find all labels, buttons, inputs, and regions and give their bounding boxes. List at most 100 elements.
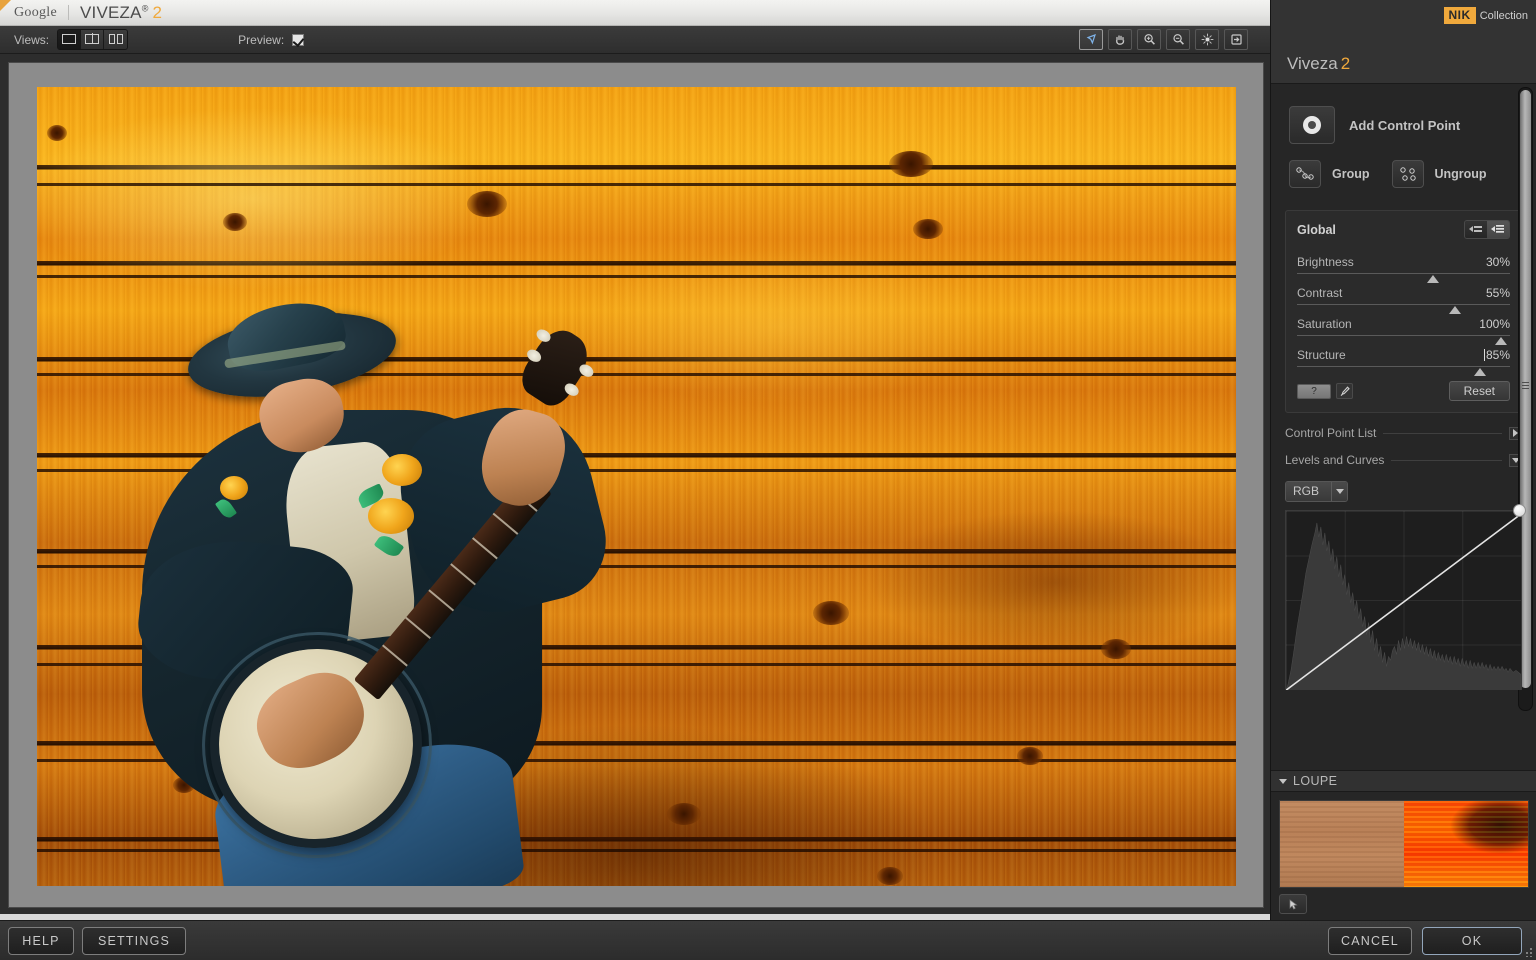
panel-header: NIK Collection Viveza 2 [1271,0,1536,84]
loupe-pin-button[interactable] [1279,894,1307,914]
views-label: Views: [14,32,50,47]
plank-seam [37,275,1236,278]
banjo-fret [492,512,519,535]
saturation-thumb[interactable] [1495,337,1508,345]
banjo-fret [405,616,431,640]
wood-knot [47,125,67,141]
panel-title-version: 2 [1340,54,1351,73]
settings-button[interactable]: SETTINGS [82,926,186,955]
saturation-value[interactable]: 100% [1479,317,1510,331]
saturation-track[interactable] [1297,335,1510,345]
group-control[interactable]: Group [1289,160,1370,188]
text-edit-caret [1483,349,1485,361]
ungroup-button[interactable] [1391,160,1424,188]
embroidered-rose [368,498,414,534]
levels-and-curves-section[interactable]: Levels and Curves [1285,453,1522,467]
brightness-thumb[interactable] [1427,275,1440,283]
ungroup-label: Ungroup [1434,167,1487,181]
global-panel-footer: ? Reset [1297,381,1510,401]
banjo-fret [472,537,498,560]
compact-list-toggle[interactable] [1465,221,1487,238]
contrast-value[interactable]: 55% [1486,286,1510,300]
loupe-before-half [1280,801,1404,887]
global-adjustments-panel: Global Brightness 30% Contrast 55% Satur… [1285,210,1522,413]
compact-list-icon [1469,226,1482,232]
brightness-tool-button[interactable] [1195,29,1219,50]
single-view-button[interactable] [58,30,82,49]
contrast-thumb[interactable] [1448,306,1461,314]
wood-knot [1101,639,1131,659]
main-toolbar: Views: Preview: [0,26,1270,54]
structure-track[interactable] [1297,366,1510,376]
chevron-down-icon [1335,489,1344,494]
saturation-label: Saturation [1297,317,1352,331]
tuning-peg [577,361,596,380]
hand-icon [1115,35,1124,45]
pan-tool-button[interactable] [1108,29,1132,50]
image-canvas-area[interactable] [0,54,1270,914]
zoom-in-tool-button[interactable] [1137,29,1161,50]
embroidered-rose [382,454,422,486]
export-tool-button[interactable] [1224,29,1248,50]
embroidered-rose [220,476,248,500]
scrollbar-grip-icon [1522,382,1529,389]
preview-checkbox[interactable] [292,33,305,46]
help-button[interactable]: HELP [8,926,74,955]
channel-select[interactable]: RGB [1285,481,1349,502]
view-mode-segmented-control[interactable] [57,29,129,50]
contrast-label: Contrast [1297,286,1343,300]
expanded-list-icon [1491,225,1504,233]
app-name-label: VIVEZA [80,2,142,22]
global-sliders: Brightness 30% Contrast 55% Saturation 1… [1297,255,1510,376]
expanded-list-toggle[interactable] [1487,221,1509,238]
ok-button[interactable]: OK [1422,926,1522,955]
cancel-button[interactable]: CANCEL [1328,926,1412,955]
side-by-side-view-button[interactable] [104,30,128,49]
select-tool-button[interactable] [1079,29,1103,50]
slider-saturation[interactable]: Saturation 100% [1297,317,1510,345]
reset-button[interactable]: Reset [1448,381,1510,401]
brightness-label: Brightness [1297,255,1354,269]
brightness-track[interactable] [1297,273,1510,283]
tone-curve[interactable] [1286,511,1521,691]
structure-value-group[interactable]: 85% [1483,348,1510,362]
banjo-player-figure [132,294,652,886]
collection-label: Collection [1479,9,1528,22]
group-ungroup-row: Group Ungroup [1289,160,1518,188]
control-point-icon [1303,116,1321,134]
canvas-viewport[interactable] [8,62,1264,908]
contrast-track[interactable] [1297,304,1510,314]
slider-contrast[interactable]: Contrast 55% [1297,286,1510,314]
levels-curves-graph[interactable] [1285,504,1526,691]
registered-mark: ® [141,2,149,13]
banjo-headstock [514,321,598,413]
loupe-preview[interactable] [1279,800,1529,888]
global-footer-tools: ? [1297,383,1353,399]
dual-pane-icon [108,31,123,49]
group-icon [1296,167,1314,180]
eyedropper-button[interactable] [1336,383,1353,399]
preview-toggle-group[interactable]: Preview: [238,33,305,47]
slider-structure[interactable]: Structure 85% [1297,348,1510,376]
control-point-list-section[interactable]: Control Point List [1285,426,1522,440]
group-button[interactable] [1289,160,1321,188]
photo-preview[interactable] [37,87,1236,886]
add-control-point-button[interactable] [1289,106,1335,144]
global-view-toggles[interactable] [1464,220,1510,239]
curve-control-point[interactable] [1513,504,1526,517]
brightness-value[interactable]: 30% [1486,255,1510,269]
add-control-point-row[interactable]: Add Control Point [1289,106,1518,144]
ungroup-control[interactable]: Ungroup [1391,160,1487,188]
plank-seam [37,183,1236,186]
panel-title: Viveza 2 [1287,54,1350,74]
structure-value[interactable]: 85% [1486,348,1510,362]
global-panel-header: Global [1297,220,1510,239]
loupe-header[interactable]: LOUPE [1271,770,1536,792]
help-hint-button[interactable]: ? [1297,383,1331,399]
structure-thumb[interactable] [1474,368,1487,376]
channel-select-arrow[interactable] [1331,482,1348,501]
split-view-button[interactable] [81,30,105,49]
zoom-out-tool-button[interactable] [1166,29,1190,50]
window-resize-grip[interactable] [1523,947,1533,957]
slider-brightness[interactable]: Brightness 30% [1297,255,1510,283]
